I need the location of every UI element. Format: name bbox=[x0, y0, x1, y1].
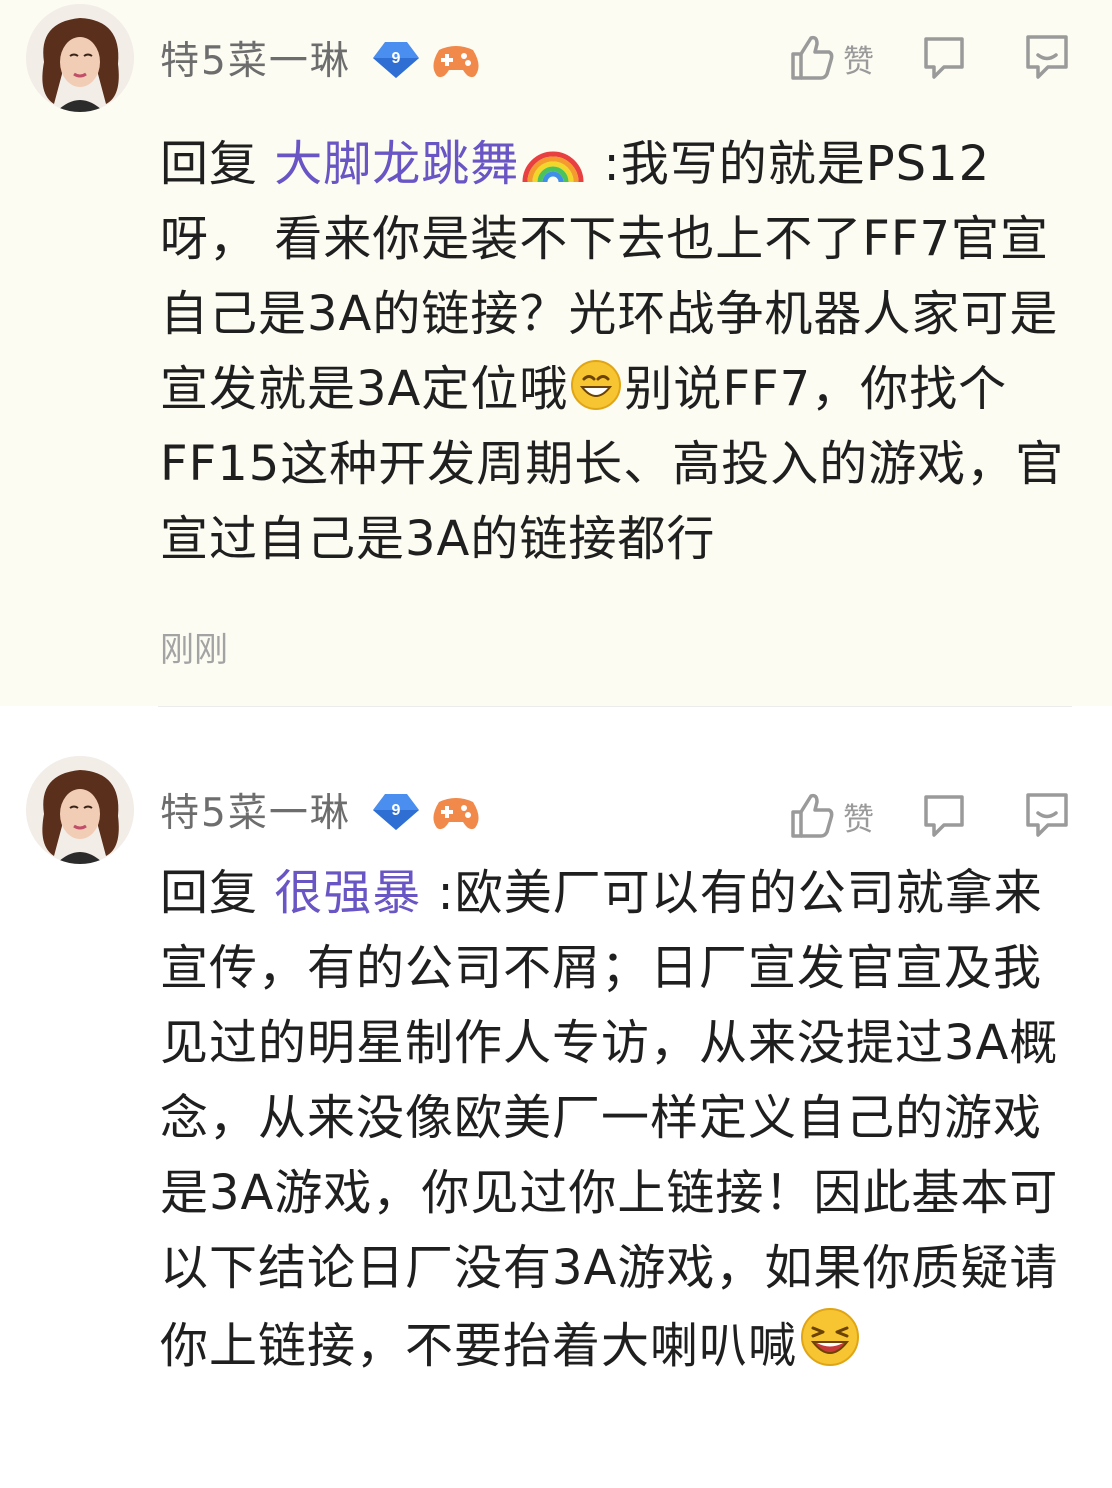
reply-prefix: 回复 bbox=[160, 136, 259, 192]
comment-header: 特5菜一琳 9 bbox=[160, 780, 481, 840]
reply-button[interactable] bbox=[922, 793, 968, 839]
comment-actions: 赞 bbox=[787, 28, 1072, 88]
comment-text: 回复 很强暴 :欧美厂可以有的公司就拿来宣传，有的公司不屑；日厂宣发官宣及我见过… bbox=[160, 856, 1080, 1384]
divider bbox=[158, 706, 1072, 707]
like-label: 赞 bbox=[843, 801, 874, 838]
comment-1: 特5菜一琳 9 赞 回复 大脚龙跳舞 :我写的就是PS12呀， 看来你是装不下去… bbox=[0, 0, 1112, 706]
more-button[interactable] bbox=[1024, 35, 1072, 81]
comment-body: :欧美厂可以有的公司就拿来宣传，有的公司不屑；日厂宣发官宣及我见过的明星制作人专… bbox=[160, 865, 1059, 1374]
comment-menu-icon bbox=[1026, 793, 1068, 837]
rainbow-icon bbox=[522, 151, 584, 183]
like-button[interactable]: 赞 bbox=[787, 792, 874, 840]
comment-text: 回复 大脚龙跳舞 :我写的就是PS12呀， 看来你是装不下去也上不了FF7官宣自… bbox=[160, 127, 1080, 577]
reply-bubble-icon bbox=[924, 37, 964, 79]
gamepad-badge-icon bbox=[433, 798, 479, 830]
gamepad-badge-icon bbox=[433, 46, 479, 78]
reply-button[interactable] bbox=[922, 35, 968, 81]
thumbs-up-icon bbox=[791, 35, 834, 80]
thumbs-up-icon bbox=[791, 793, 834, 838]
like-button[interactable]: 赞 bbox=[787, 34, 874, 82]
level-badge-icon: 9 bbox=[372, 42, 419, 78]
mention-link[interactable]: 大脚龙跳舞 bbox=[274, 136, 519, 192]
more-button[interactable] bbox=[1024, 793, 1072, 839]
grin-face-icon bbox=[571, 360, 622, 410]
timestamp: 刚刚 bbox=[160, 630, 228, 670]
reply-bubble-icon bbox=[924, 795, 964, 837]
avatar[interactable] bbox=[26, 4, 134, 112]
level-number: 9 bbox=[391, 50, 400, 67]
comment-2: 特5菜一琳 9 赞 回复 很强暴 :欧美厂可以有的公司就拿来宣传，有的公司不屑；… bbox=[0, 708, 1112, 1488]
mention-link[interactable]: 很强暴 bbox=[274, 865, 421, 921]
username[interactable]: 特5菜一琳 bbox=[160, 30, 351, 86]
avatar[interactable] bbox=[26, 756, 134, 864]
laughing-face-icon bbox=[801, 1308, 860, 1366]
username[interactable]: 特5菜一琳 bbox=[160, 782, 351, 838]
level-badge-icon: 9 bbox=[372, 794, 419, 830]
level-number: 9 bbox=[391, 802, 400, 819]
comment-menu-icon bbox=[1026, 35, 1068, 79]
comment-header: 特5菜一琳 9 bbox=[160, 28, 481, 88]
reply-prefix: 回复 bbox=[160, 865, 259, 921]
comment-actions: 赞 bbox=[787, 786, 1072, 846]
like-label: 赞 bbox=[843, 43, 874, 80]
